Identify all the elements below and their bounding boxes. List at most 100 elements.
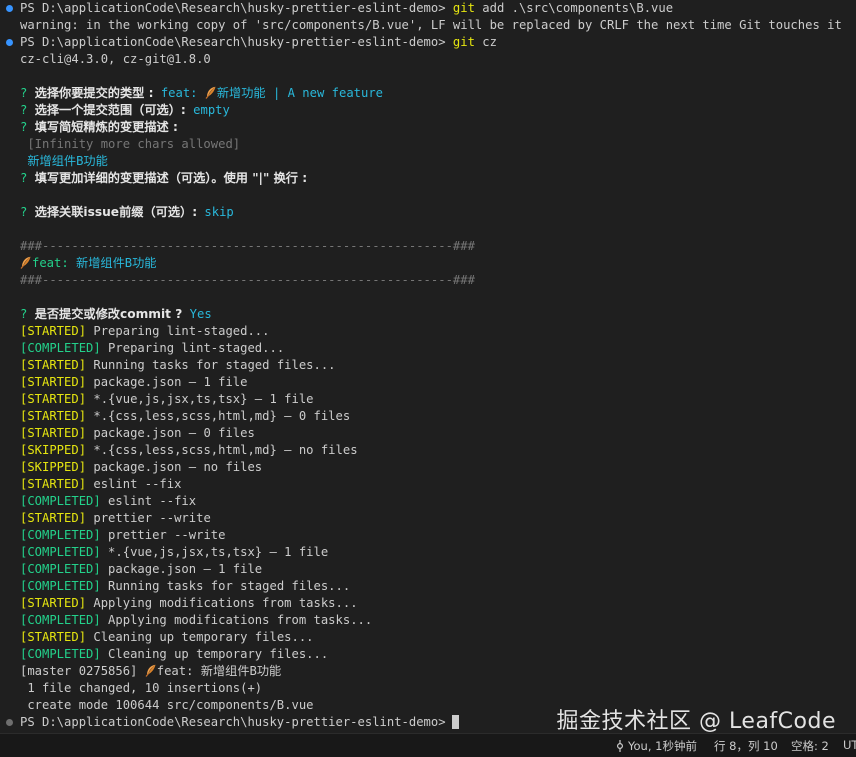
terminal-line: [STARTED] *.{css,less,scss,html,md} — 0 … xyxy=(0,408,856,425)
terminal-text: package.json — 1 file xyxy=(100,562,263,576)
terminal-text: Yes xyxy=(182,307,212,321)
terminal-text: git xyxy=(452,1,475,15)
terminal-text: *.{css,less,scss,html,md} — no files xyxy=(86,443,358,457)
terminal-text: [STARTED] xyxy=(20,630,87,644)
terminal-text: [STARTED] xyxy=(20,409,87,423)
terminal-text: add .\src\components\B.vue xyxy=(474,1,674,15)
terminal-line: feat: 新增组件B功能 xyxy=(0,255,856,272)
terminal-text: [STARTED] xyxy=(20,392,87,406)
terminal-text: warning: in the working copy of 'src/com… xyxy=(20,18,842,32)
terminal-line: [STARTED] prettier --write xyxy=(0,510,856,527)
terminal-text: Cleaning up temporary files... xyxy=(100,647,329,661)
terminal-text: [COMPLETED] xyxy=(20,613,101,627)
terminal-text: PS D:\applicationCode\Research\husky-pre… xyxy=(20,715,446,729)
terminal-text: ? xyxy=(20,120,35,134)
terminal-text: ? xyxy=(20,205,35,219)
terminal-text: [COMPLETED] xyxy=(20,562,101,576)
terminal-text: eslint --fix xyxy=(100,494,197,508)
command-decoration-icon[interactable] xyxy=(6,39,13,46)
terminal-text: prettier --write xyxy=(100,528,226,542)
terminal-text: skip xyxy=(197,205,234,219)
terminal-text: 填写简短精炼的变更描述 : xyxy=(34,120,178,134)
terminal-text: [COMPLETED] xyxy=(20,528,101,542)
terminal-text: package.json — no files xyxy=(86,460,263,474)
terminal-text: Applying modifications from tasks... xyxy=(86,596,358,610)
terminal-line: [STARTED] Running tasks for staged files… xyxy=(0,357,856,374)
terminal-line: ? 填写简短精炼的变更描述 : xyxy=(0,119,856,136)
terminal-line: [COMPLETED] eslint --fix xyxy=(0,493,856,510)
cursor-position[interactable]: 行 8，列 10 xyxy=(714,738,778,754)
terminal-line: 1 file changed, 10 insertions(+) xyxy=(0,680,856,697)
terminal-text: [STARTED] xyxy=(20,324,87,338)
terminal-line: [Infinity more chars allowed] xyxy=(0,136,856,153)
terminal-line: warning: in the working copy of 'src/com… xyxy=(0,17,856,34)
terminal-text: PS D:\applicationCode\Research\husky-pre… xyxy=(20,1,453,15)
terminal-line: [COMPLETED] Preparing lint-staged... xyxy=(0,340,856,357)
terminal-text: package.json — 1 file xyxy=(86,375,248,389)
terminal-text: ? xyxy=(20,86,35,100)
terminal-text: prettier --write xyxy=(86,511,211,525)
terminal-text: [STARTED] xyxy=(20,426,87,440)
terminal-line: [STARTED] Preparing lint-staged... xyxy=(0,323,856,340)
terminal-line: ? 选择一个提交范围（可选）: empty xyxy=(0,102,856,119)
feather-icon xyxy=(205,86,216,99)
terminal-line: cz-cli@4.3.0, cz-git@1.8.0 xyxy=(0,51,856,68)
terminal-line: ? 选择你要提交的类型 : feat: 新增功能 | A new feature xyxy=(0,85,856,102)
terminal-text: 新增功能 | A new feature xyxy=(216,86,384,100)
terminal-line: PS D:\applicationCode\Research\husky-pre… xyxy=(0,34,856,51)
terminal-text: [Infinity more chars allowed] xyxy=(20,137,241,151)
feather-icon xyxy=(20,256,31,269)
terminal-text: [STARTED] xyxy=(20,596,87,610)
terminal-line: [COMPLETED] Applying modifications from … xyxy=(0,612,856,629)
terminal-text: create mode 100644 src/components/B.vue xyxy=(20,698,314,712)
git-blame-text: You, 1秒钟前 xyxy=(628,739,697,753)
encoding-status[interactable]: UT xyxy=(843,738,856,752)
terminal-line: [STARTED] *.{vue,js,jsx,ts,tsx} — 1 file xyxy=(0,391,856,408)
terminal-line: [COMPLETED] *.{vue,js,jsx,ts,tsx} — 1 fi… xyxy=(0,544,856,561)
terminal-line: ? 是否提交或修改commit ? Yes xyxy=(0,306,856,323)
terminal-line: [STARTED] eslint --fix xyxy=(0,476,856,493)
terminal-text: Running tasks for staged files... xyxy=(100,579,351,593)
terminal-text: 填写更加详细的变更描述（可选）。使用 "|" 换行 : xyxy=(34,171,308,185)
terminal-text: ###-------------------------------------… xyxy=(20,273,475,287)
indentation-status[interactable]: 空格: 2 xyxy=(791,738,829,754)
terminal-text: ? xyxy=(20,103,35,117)
terminal-line: [STARTED] Applying modifications from ta… xyxy=(0,595,856,612)
terminal-line: [SKIPPED] package.json — no files xyxy=(0,459,856,476)
terminal-text: [COMPLETED] xyxy=(20,494,101,508)
terminal-panel[interactable]: PS D:\applicationCode\Research\husky-pre… xyxy=(0,0,856,734)
git-commit-icon xyxy=(616,740,624,752)
terminal-text: 新增组件B功能 xyxy=(76,256,157,270)
terminal-text: [COMPLETED] xyxy=(20,341,101,355)
command-decoration-icon[interactable] xyxy=(6,5,13,12)
terminal-text: *.{css,less,scss,html,md} — 0 files xyxy=(86,409,351,423)
command-decoration-icon[interactable] xyxy=(6,719,13,726)
terminal-line: [COMPLETED] Cleaning up temporary files.… xyxy=(0,646,856,663)
terminal-text: empty xyxy=(185,103,230,117)
git-blame-status[interactable]: You, 1秒钟前 xyxy=(616,738,697,754)
terminal-text: Running tasks for staged files... xyxy=(86,358,336,372)
terminal-line: [COMPLETED] Running tasks for staged fil… xyxy=(0,578,856,595)
terminal-text: Preparing lint-staged... xyxy=(86,324,270,338)
terminal-line: ###-------------------------------------… xyxy=(0,272,856,289)
terminal-text: package.json — 0 files xyxy=(86,426,255,440)
terminal-text: git xyxy=(452,35,475,49)
terminal-text: ###-------------------------------------… xyxy=(20,239,475,253)
terminal-text: eslint --fix xyxy=(86,477,182,491)
terminal-line: ###-------------------------------------… xyxy=(0,238,856,255)
terminal-text: [STARTED] xyxy=(20,375,87,389)
terminal-text: 选择关联issue前缀（可选）: xyxy=(34,205,198,219)
terminal-text: 是否提交或修改commit ? xyxy=(34,307,183,321)
terminal-text: cz-cli@4.3.0, cz-git@1.8.0 xyxy=(20,52,211,66)
terminal-text: feat: 新增组件B功能 xyxy=(156,664,282,678)
terminal-text: [STARTED] xyxy=(20,477,87,491)
terminal-text: [master 0275856] xyxy=(20,664,145,678)
terminal-line: [STARTED] Cleaning up temporary files... xyxy=(0,629,856,646)
terminal-text: PS D:\applicationCode\Research\husky-pre… xyxy=(20,35,453,49)
terminal-line: [COMPLETED] package.json — 1 file xyxy=(0,561,856,578)
feather-icon xyxy=(145,664,156,677)
terminal-text: ? xyxy=(20,171,35,185)
terminal-line: 新增组件B功能 xyxy=(0,153,856,170)
terminal-text: feat: xyxy=(153,86,205,100)
